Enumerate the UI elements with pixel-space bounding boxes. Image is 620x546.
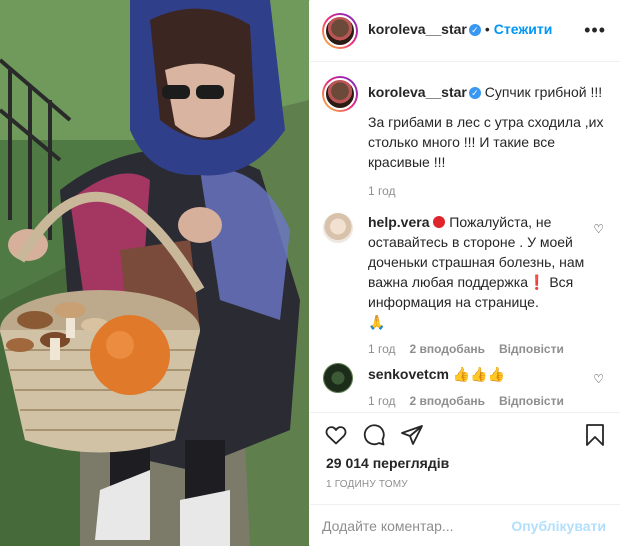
post-header: koroleva__star ✓ • Стежити ••• [310,0,620,62]
comment-text: senkovetcm 👍👍👍 [368,366,506,382]
commenter-username[interactable]: help.vera [368,214,429,230]
separator-dot: • [484,21,490,37]
caption-timestamp: 1 год [368,184,396,198]
caption: koroleva__star ✓ Супчик грибной !!! За гр… [322,76,608,198]
comment-likes-count[interactable]: 2 вподобань [410,342,485,356]
comment-input[interactable] [322,515,522,537]
comment-likes-count[interactable]: 2 вподобань [410,394,485,408]
comment-text: help.vera Пожалуйста, не оставайтесь в с… [368,214,585,330]
comment-like-heart-icon[interactable]: ♡ [593,222,604,236]
caption-title-line: koroleva__star ✓ Супчик грибной !!! [368,76,608,102]
exclamation-emoji-icon: ❗ [528,274,546,290]
commenter-username[interactable]: senkovetcm [368,366,449,382]
bookmark-icon[interactable] [584,423,606,447]
comment-like-heart-icon[interactable]: ♡ [593,372,604,386]
comment-meta: 1 год 2 вподобань Відповісти [368,342,608,356]
caption-author-avatar[interactable] [322,76,358,112]
caption-author-username[interactable]: koroleva__star [368,84,467,100]
caption-body: За грибами в лес с утра сходила ,их стол… [368,114,604,170]
author-username[interactable]: koroleva__star [368,21,467,37]
commenter-avatar[interactable] [322,212,354,244]
share-icon[interactable] [400,423,424,447]
post-actions-bar [310,412,620,454]
comment-timestamp: 1 год [368,342,396,356]
author-avatar[interactable] [322,13,358,49]
commenter-avatar[interactable] [322,362,354,394]
caption-title: Супчик грибной !!! [484,84,603,100]
red-circle-emoji-icon [433,216,446,228]
post-video[interactable] [0,0,309,546]
add-comment-bar: Опублікувати [310,504,620,546]
views-count[interactable]: 29 014 переглядів [326,455,449,471]
comment-timestamp: 1 год [368,394,396,408]
follow-button[interactable]: Стежити [494,21,553,37]
verified-icon: ✓ [468,24,481,36]
post-timestamp[interactable]: 1 ГОДИНУ ТОМУ [326,479,408,490]
reply-button[interactable]: Відповісти [499,394,564,408]
reply-button[interactable]: Відповісти [499,342,564,356]
more-options-icon[interactable]: ••• [584,20,606,41]
verified-icon: ✓ [468,87,481,99]
post-video-scene [0,0,309,546]
pray-emoji-icon: 🙏 [368,314,386,330]
comment-item: ♡ senkovetcm 👍👍👍 1 год 2 вподобань Відпові… [322,362,608,408]
comment-meta: 1 год 2 вподобань Відповісти [368,394,608,408]
publish-button[interactable]: Опублікувати [511,518,606,534]
author-line: koroleva__star ✓ • Стежити [368,21,552,37]
heart-icon[interactable] [324,423,348,447]
comment-icon[interactable] [362,423,386,447]
comment-item: ♡ help.vera Пожалуйста, не оставайтесь в… [322,212,608,356]
post-details-panel: koroleva__star ✓ • Стежити ••• koroleva__st… [310,0,620,546]
